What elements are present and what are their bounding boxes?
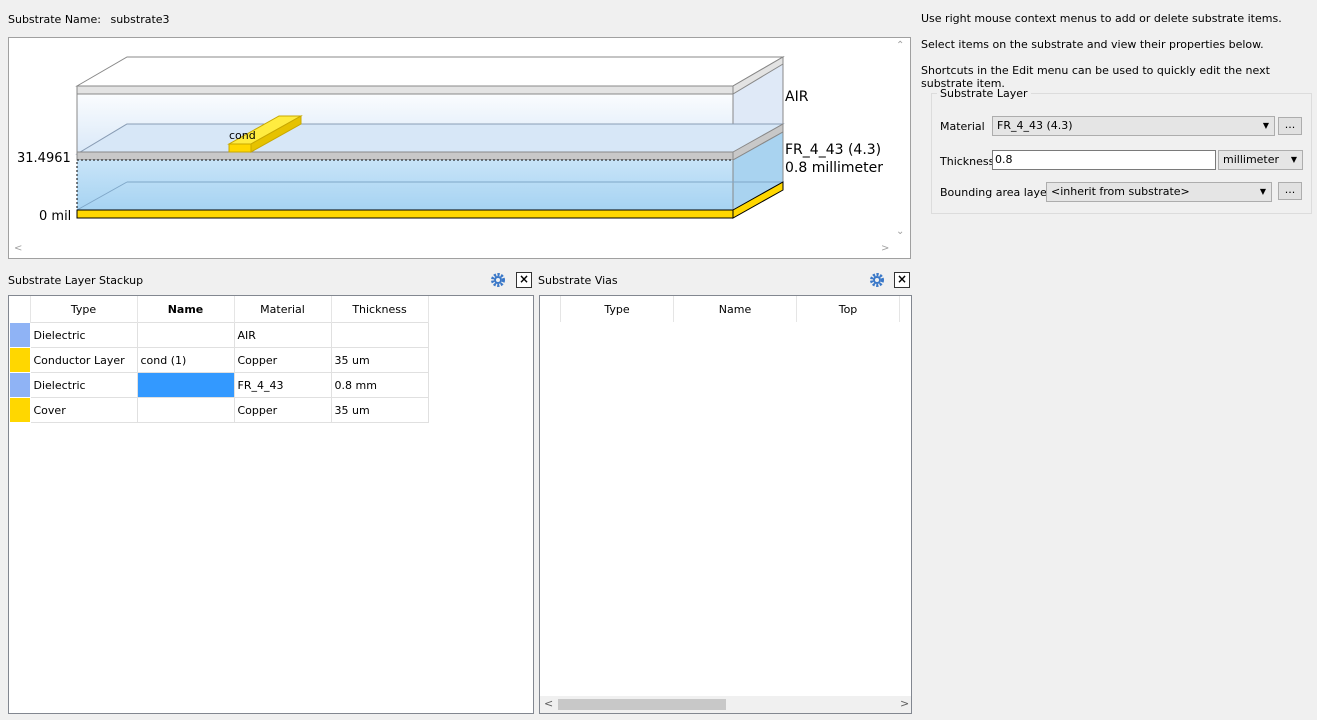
cond-trace-front: [228, 143, 252, 153]
material-dropdown[interactable]: FR_4_43 (4.3) ▼: [992, 116, 1275, 136]
cover-copper-front: [76, 209, 734, 219]
vias-header-row: Type Name Top: [540, 296, 900, 322]
stackup-gear-icon[interactable]: [490, 272, 506, 288]
stackup-cell-type[interactable]: Dielectric: [29, 372, 138, 398]
unit-chevron-down-icon: ▼: [1290, 155, 1297, 164]
stackup-cell-material[interactable]: Copper: [233, 397, 332, 423]
bounding-browse-button[interactable]: ...: [1278, 182, 1302, 200]
thickness-input[interactable]: 0.8: [992, 150, 1216, 170]
stackup-cell-name[interactable]: [136, 372, 235, 398]
substrate-name-label: Substrate Name:: [8, 13, 101, 26]
info-line-2: Select items on the substrate and view t…: [921, 38, 1264, 51]
bounding-value: <inherit from substrate>: [1051, 185, 1190, 198]
layer-color-swatch: [9, 397, 31, 423]
stackup-row[interactable]: Dielectric FR_4_43 0.8 mm: [9, 372, 429, 398]
vias-close-icon[interactable]: ×: [894, 272, 910, 288]
vias-hscrollbar[interactable]: < >: [540, 696, 911, 713]
bounding-dropdown[interactable]: <inherit from substrate> ▼: [1046, 182, 1272, 202]
material-value: FR_4_43 (4.3): [997, 119, 1073, 132]
vias-table-panel[interactable]: Type Name Top < >: [539, 295, 912, 714]
material-label: Material: [940, 120, 985, 133]
scroll-up-icon[interactable]: ⌃: [896, 40, 904, 51]
vias-swatch-header: [540, 296, 561, 322]
stackup-cell-thickness[interactable]: [330, 322, 429, 348]
substrate-3d-view[interactable]: AIR FR_4_43 (4.3) 0.8 millimeter 31.4961…: [8, 37, 911, 259]
vias-col-top-header[interactable]: Top: [796, 296, 900, 322]
vias-scroll-left-icon[interactable]: <: [544, 697, 553, 710]
conductor-plane-front: [76, 151, 734, 161]
col-type-header[interactable]: Type: [30, 296, 138, 323]
stackup-close-icon[interactable]: ×: [516, 272, 532, 288]
fr4-front-face: [76, 159, 734, 211]
bounding-label: Bounding area layer:: [940, 186, 1055, 199]
air-top-face: [75, 56, 785, 87]
scroll-right-icon[interactable]: >: [881, 243, 889, 254]
thickness-unit-value: millimeter: [1223, 153, 1280, 166]
scroll-left-icon[interactable]: <: [14, 243, 22, 254]
stackup-title: Substrate Layer Stackup: [8, 274, 144, 287]
vias-table: Type Name Top: [540, 296, 900, 322]
thickness-unit-dropdown[interactable]: millimeter ▼: [1218, 150, 1303, 170]
col-material-header[interactable]: Material: [234, 296, 332, 323]
stackup-cell-thickness[interactable]: 0.8 mm: [330, 372, 429, 398]
swatch-header: [9, 296, 31, 323]
vias-scroll-right-icon[interactable]: >: [900, 697, 909, 710]
substrate-layer-group-title: Substrate Layer: [937, 87, 1031, 100]
col-name-header[interactable]: Name: [137, 296, 235, 323]
vias-col-name-header[interactable]: Name: [673, 296, 797, 322]
stackup-table-panel[interactable]: Type Name Material Thickness Dielectric A…: [8, 295, 534, 714]
substrate-name-row: Substrate Name: substrate3: [8, 13, 176, 26]
stackup-header-row: Type Name Material Thickness: [9, 296, 429, 323]
label-height-top: 31.4961: [17, 151, 71, 166]
vias-scroll-thumb[interactable]: [558, 699, 726, 710]
bounding-chevron-down-icon: ▼: [1259, 187, 1266, 196]
stackup-cell-name[interactable]: cond (1): [136, 347, 235, 373]
info-line-1: Use right mouse context menus to add or …: [921, 12, 1282, 25]
label-fr4-thickness: 0.8 millimeter: [785, 160, 883, 176]
substrate-3d-drawing[interactable]: AIR FR_4_43 (4.3) 0.8 millimeter 31.4961…: [9, 38, 910, 258]
label-air: AIR: [785, 89, 809, 105]
layer-color-swatch: [9, 322, 31, 348]
stackup-row[interactable]: Dielectric AIR: [9, 322, 429, 348]
label-cond: cond: [229, 129, 256, 142]
conductor-plane-top: [75, 123, 785, 155]
layer-color-swatch: [9, 372, 31, 398]
scroll-down-icon[interactable]: ⌄: [896, 226, 904, 237]
stackup-cell-name[interactable]: [136, 397, 235, 423]
vias-gear-icon[interactable]: [869, 272, 885, 288]
thickness-label: Thickness: [940, 155, 995, 168]
vias-col-type-header[interactable]: Type: [560, 296, 674, 322]
stackup-row[interactable]: Cover Copper 35 um: [9, 397, 429, 423]
stackup-cell-material[interactable]: FR_4_43: [233, 372, 332, 398]
stackup-cell-material[interactable]: AIR: [233, 322, 332, 348]
stackup-cell-thickness[interactable]: 35 um: [330, 397, 429, 423]
stackup-cell-thickness[interactable]: 35 um: [330, 347, 429, 373]
stackup-cell-material[interactable]: Copper: [233, 347, 332, 373]
air-top-rim: [76, 85, 734, 95]
material-browse-button[interactable]: ...: [1278, 117, 1302, 135]
stackup-row[interactable]: Conductor Layer cond (1) Copper 35 um: [9, 347, 429, 373]
stackup-table: Type Name Material Thickness Dielectric A…: [9, 296, 429, 423]
col-thickness-header[interactable]: Thickness: [331, 296, 429, 323]
label-height-bottom: 0 mil: [39, 209, 71, 224]
layer-color-swatch: [9, 347, 31, 373]
label-fr4: FR_4_43 (4.3): [785, 142, 881, 158]
substrate-name-value: substrate3: [110, 13, 170, 26]
stackup-cell-type[interactable]: Conductor Layer: [29, 347, 138, 373]
stackup-cell-type[interactable]: Dielectric: [29, 322, 138, 348]
stackup-cell-name[interactable]: [136, 322, 235, 348]
stackup-cell-type[interactable]: Cover: [29, 397, 138, 423]
material-chevron-down-icon: ▼: [1262, 121, 1269, 130]
vias-title: Substrate Vias: [538, 274, 618, 287]
